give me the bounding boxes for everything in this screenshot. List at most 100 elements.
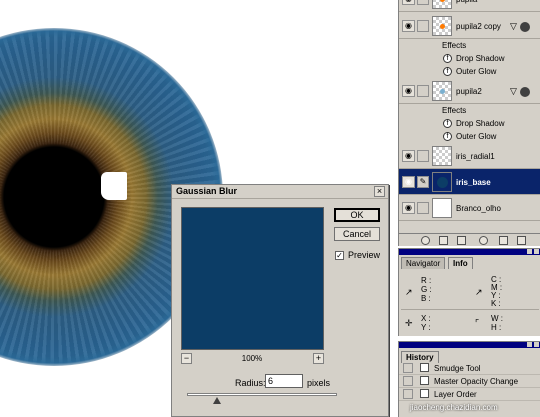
history-source-box[interactable] bbox=[403, 376, 413, 386]
zoom-out-button[interactable]: − bbox=[181, 353, 192, 364]
effects-header: Effects bbox=[399, 104, 540, 117]
effects-label: Effects bbox=[442, 41, 467, 50]
eye-icon[interactable]: ◉ bbox=[402, 0, 415, 5]
history-item[interactable]: Smudge Tool bbox=[399, 362, 540, 375]
effect-name: Drop Shadow bbox=[456, 54, 505, 63]
layer-link-box[interactable] bbox=[417, 202, 429, 214]
layer-link-box[interactable] bbox=[417, 85, 429, 97]
radius-label: Radius: bbox=[235, 378, 266, 388]
effect-name: Drop Shadow bbox=[456, 119, 505, 128]
blur-preview-pane[interactable] bbox=[181, 207, 324, 350]
expand-effects-icon[interactable]: ▽ bbox=[510, 86, 517, 97]
preview-label: Preview bbox=[348, 250, 381, 260]
layer-thumbnail bbox=[432, 16, 452, 36]
info-w-label: W : bbox=[491, 314, 503, 323]
layer-name: Branco_olho bbox=[456, 204, 501, 213]
eye-icon[interactable]: ◉ bbox=[402, 202, 415, 214]
layer-mask-icon[interactable] bbox=[439, 236, 448, 245]
layer-link-box[interactable] bbox=[417, 0, 429, 5]
dialog-titlebar[interactable]: Gaussian Blur × bbox=[172, 185, 388, 199]
effect-name: Outer Glow bbox=[456, 67, 497, 76]
layer-name: pupila2 bbox=[456, 87, 482, 96]
navigator-info-palette: Navigator Info ↗ R : G : B : ↗ C : M : Y… bbox=[398, 248, 540, 336]
trash-icon[interactable] bbox=[517, 236, 526, 245]
new-layer-icon[interactable] bbox=[499, 236, 508, 245]
layer-name: iris_base bbox=[456, 178, 491, 187]
effect-drop-shadow[interactable]: f Drop Shadow bbox=[399, 52, 540, 65]
info-g-label: G : bbox=[421, 285, 432, 294]
palette-titlebar[interactable] bbox=[399, 342, 540, 348]
info-y-coord-label: Y : bbox=[421, 323, 431, 332]
thumbnail-dot bbox=[440, 89, 445, 94]
cancel-button[interactable]: Cancel bbox=[334, 227, 380, 241]
layer-link-box[interactable] bbox=[417, 20, 429, 32]
layer-name: pupila2 copy bbox=[456, 22, 501, 31]
layer-thumbnail bbox=[432, 146, 452, 166]
thumbnail-dot bbox=[437, 177, 448, 188]
radius-slider-thumb[interactable] bbox=[213, 397, 221, 404]
expand-effects-icon[interactable]: ▽ bbox=[510, 21, 517, 32]
layer-row-branco-olho[interactable]: ◉ Branco_olho bbox=[399, 195, 540, 221]
layer-row-pupila2[interactable]: ◉ pupila2 ▽ bbox=[399, 78, 540, 104]
layer-row-iris-base[interactable]: ◉ ✎ iris_base bbox=[399, 169, 540, 195]
minimize-icon[interactable] bbox=[527, 342, 532, 347]
brush-icon[interactable]: ✎ bbox=[417, 176, 429, 188]
dialog-title: Gaussian Blur bbox=[176, 186, 238, 196]
layer-row-iris-radial1[interactable]: ◉ iris_radial1 bbox=[399, 143, 540, 169]
history-item-label: Master Opacity Change bbox=[434, 377, 519, 386]
eyedropper-icon: ↗ bbox=[405, 287, 413, 297]
history-source-box[interactable] bbox=[403, 389, 413, 399]
eye-icon[interactable]: ◉ bbox=[402, 150, 415, 162]
watermark-text: jiaocheng.chazidian.com bbox=[410, 403, 498, 412]
tab-info[interactable]: Info bbox=[448, 257, 473, 269]
ok-button[interactable]: OK bbox=[334, 208, 380, 222]
zoom-in-button[interactable]: + bbox=[313, 353, 324, 364]
close-icon[interactable] bbox=[534, 342, 539, 347]
layer-style-icon[interactable] bbox=[520, 87, 530, 97]
eye-icon[interactable]: ◉ bbox=[402, 176, 415, 188]
effect-outer-glow[interactable]: f Outer Glow bbox=[399, 65, 540, 78]
minimize-icon[interactable] bbox=[527, 249, 532, 254]
eye-icon[interactable]: ◉ bbox=[402, 85, 415, 97]
close-icon[interactable]: × bbox=[374, 186, 385, 197]
layer-link-box[interactable] bbox=[417, 150, 429, 162]
effect-name: Outer Glow bbox=[456, 132, 497, 141]
close-icon[interactable] bbox=[534, 249, 539, 254]
effect-icon: f bbox=[443, 67, 452, 76]
radius-unit-label: pixels bbox=[307, 378, 331, 388]
history-source-box[interactable] bbox=[403, 363, 413, 373]
effect-drop-shadow[interactable]: f Drop Shadow bbox=[399, 117, 540, 130]
eye-icon[interactable]: ◉ bbox=[402, 20, 415, 32]
effect-icon: f bbox=[443, 132, 452, 141]
layer-row-pupila2-copy[interactable]: ◉ pupila2 copy ▽ bbox=[399, 13, 540, 39]
effect-outer-glow[interactable]: f Outer Glow bbox=[399, 130, 540, 143]
adjustment-layer-icon[interactable] bbox=[479, 236, 488, 245]
radius-slider-track[interactable] bbox=[187, 393, 337, 396]
eyedropper-icon: ↗ bbox=[475, 287, 483, 297]
tab-navigator[interactable]: Navigator bbox=[401, 257, 446, 269]
layer-thumbnail bbox=[432, 172, 452, 192]
layer-row-pupila[interactable]: ◉ pupila bbox=[399, 0, 540, 12]
radius-input[interactable] bbox=[265, 374, 303, 388]
history-step-icon bbox=[420, 389, 429, 398]
effects-label: Effects bbox=[442, 106, 467, 115]
new-set-icon[interactable] bbox=[457, 236, 466, 245]
layer-thumbnail bbox=[432, 81, 452, 101]
selection-size-icon: ⌜ bbox=[475, 318, 480, 328]
info-k-label: K : bbox=[491, 299, 501, 308]
preview-checkbox[interactable]: ✓ bbox=[335, 251, 344, 260]
history-item-label: Layer Order bbox=[434, 390, 477, 399]
gaussian-blur-dialog: Gaussian Blur × − 100% + OK Cancel ✓ Pre… bbox=[171, 184, 389, 417]
pupil-highlight bbox=[101, 172, 127, 200]
palette-titlebar[interactable] bbox=[399, 249, 540, 255]
info-h-label: H : bbox=[491, 323, 502, 332]
history-item[interactable]: Master Opacity Change bbox=[399, 375, 540, 388]
layers-toolbar bbox=[399, 233, 540, 246]
thumbnail-dot bbox=[440, 24, 445, 29]
layer-style-icon[interactable] bbox=[520, 22, 530, 32]
divider bbox=[401, 309, 539, 310]
layer-style-icon[interactable] bbox=[421, 236, 430, 245]
effect-icon: f bbox=[443, 54, 452, 63]
history-item[interactable]: Layer Order bbox=[399, 388, 540, 401]
layer-thumbnail bbox=[432, 0, 452, 9]
